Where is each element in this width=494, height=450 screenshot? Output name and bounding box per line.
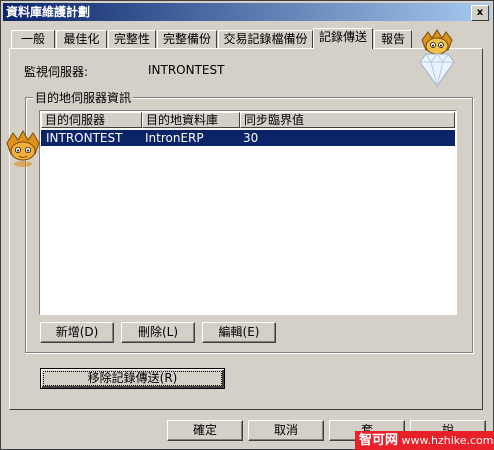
window-title: 資料庫維護計劃 — [6, 5, 91, 19]
tab-transaction-log-backup[interactable]: 交易記錄檔備份 — [218, 30, 313, 48]
destination-group-title: 目的地伺服器資訊 — [33, 89, 134, 106]
watermark-url: www.hzhike.com — [401, 434, 494, 447]
mascot-diamond-icon — [419, 29, 455, 87]
watermark-brand: 智可网 — [359, 433, 399, 448]
tab-reporting[interactable]: 報告 — [374, 30, 412, 48]
ok-button[interactable]: 確定 — [167, 420, 243, 441]
cancel-button[interactable]: 取消 — [248, 420, 324, 441]
tab-integrity[interactable]: 完整性 — [108, 30, 156, 48]
title-bar: 資料庫維護計劃 x — [3, 3, 491, 21]
close-button[interactable]: x — [471, 5, 489, 21]
mascot-character-icon — [6, 129, 40, 167]
tab-optimization[interactable]: 最佳化 — [56, 30, 107, 48]
tab-log-shipping[interactable]: 記錄傳送 — [313, 28, 373, 49]
tab-general[interactable]: 一般 — [11, 30, 55, 48]
site-watermark: 智可网 www.hzhike.com — [355, 431, 494, 450]
tab-full-backup[interactable]: 完整備份 — [157, 30, 217, 48]
